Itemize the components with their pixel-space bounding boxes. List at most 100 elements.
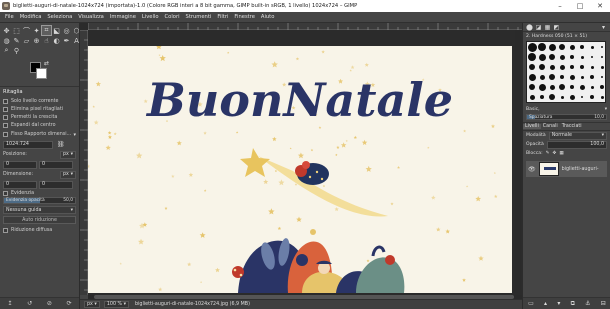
new-layer-icon[interactable]: ▭: [528, 300, 534, 307]
checkbox-allow-growing[interactable]: Permetti la crescita: [3, 113, 76, 121]
menu-filtri[interactable]: Filtri: [214, 14, 231, 20]
menu-modifica[interactable]: Modifica: [17, 14, 45, 20]
position-x-input[interactable]: 0: [3, 160, 37, 169]
brush-preview[interactable]: [557, 42, 567, 52]
dodge-tool-icon[interactable]: ◐: [52, 36, 61, 45]
delete-options-icon[interactable]: ⊘: [47, 300, 52, 307]
position-unit-select[interactable]: px ▾: [60, 150, 76, 159]
brush-preview[interactable]: [597, 62, 607, 72]
brush-grid[interactable]: [526, 41, 606, 103]
lock-alpha-icon[interactable]: ▦: [559, 151, 563, 156]
anchor-layer-icon[interactable]: ⚓: [585, 300, 590, 307]
brush-preview[interactable]: [547, 92, 557, 102]
zoom-select[interactable]: 100 % ▾: [103, 301, 130, 308]
brushes-tab-icon[interactable]: ⬤: [525, 24, 534, 31]
restore-options-icon[interactable]: ↺: [27, 300, 32, 307]
menu-finestre[interactable]: Finestre: [231, 14, 257, 20]
delete-layer-icon[interactable]: ⊟: [601, 300, 606, 307]
save-options-icon[interactable]: ↥: [7, 300, 12, 307]
vertical-scrollbar[interactable]: [515, 30, 521, 290]
zoom-tool-icon[interactable]: ⚲: [12, 46, 21, 55]
fonts-tab-icon[interactable]: ▦: [543, 24, 552, 31]
brush-preview[interactable]: [587, 82, 597, 92]
close-button[interactable]: ✕: [590, 0, 610, 12]
brush-preview[interactable]: [567, 42, 577, 52]
lock-pixels-icon[interactable]: ✎: [546, 151, 550, 156]
lower-layer-icon[interactable]: ▾: [557, 300, 560, 307]
menu-file[interactable]: File: [2, 14, 17, 20]
aspect-chain-icon[interactable]: ⛓: [57, 141, 65, 148]
menu-seleziona[interactable]: Seleziona: [44, 14, 75, 20]
brush-preview[interactable]: [527, 82, 537, 92]
brush-preview[interactable]: [537, 72, 547, 82]
duplicate-layer-icon[interactable]: ⧉: [571, 300, 575, 308]
chevron-down-icon[interactable]: ▾: [73, 132, 76, 138]
brush-preview[interactable]: [587, 92, 597, 102]
lasso-tool-icon[interactable]: ⌒: [22, 26, 31, 35]
bucket-fill-tool-icon[interactable]: ◍: [2, 36, 11, 45]
lock-position-icon[interactable]: ✥: [553, 151, 557, 156]
fuzzy-select-tool-icon[interactable]: ✦: [32, 26, 41, 35]
brush-preview[interactable]: [557, 52, 567, 62]
brush-preview[interactable]: [577, 92, 587, 102]
brush-preview[interactable]: [547, 62, 557, 72]
brush-preview[interactable]: [547, 42, 557, 52]
brush-preview[interactable]: [567, 52, 577, 62]
menu-visualizza[interactable]: Visualizza: [75, 14, 107, 20]
brush-preview[interactable]: [527, 62, 537, 72]
canvas-area[interactable]: BuonNatale: [80, 23, 522, 295]
horizontal-ruler[interactable]: [88, 23, 522, 30]
raise-layer-icon[interactable]: ▴: [544, 300, 547, 307]
brush-preview[interactable]: [527, 52, 537, 62]
brush-preview[interactable]: [537, 92, 547, 102]
size-h-input[interactable]: 0: [39, 180, 73, 189]
paths-tool-icon[interactable]: ✒: [62, 36, 71, 45]
brush-preview[interactable]: [597, 82, 607, 92]
tab-channels[interactable]: Canali: [541, 124, 560, 129]
menu-aiuto[interactable]: Aiuto: [258, 14, 278, 20]
brush-preview[interactable]: [597, 92, 607, 102]
brush-preview[interactable]: [547, 72, 557, 82]
checkbox-current-layer[interactable]: Solo livello corrente: [3, 97, 76, 105]
layer-row[interactable]: 👁 biglietti-auguri-: [526, 161, 607, 177]
brush-preview[interactable]: [587, 52, 597, 62]
reset-options-icon[interactable]: ⟳: [67, 300, 72, 307]
brush-preview[interactable]: [577, 42, 587, 52]
brush-preview[interactable]: [577, 72, 587, 82]
brush-preview[interactable]: [577, 52, 587, 62]
maximize-button[interactable]: □: [570, 0, 590, 12]
size-unit-select[interactable]: px ▾: [60, 170, 76, 179]
minimize-button[interactable]: –: [550, 0, 570, 12]
move-tool-icon[interactable]: ✥: [2, 26, 11, 35]
tab-paths[interactable]: Tracciati: [560, 124, 584, 129]
brush-preview[interactable]: [567, 62, 577, 72]
vertical-ruler[interactable]: [80, 30, 88, 295]
brush-preview[interactable]: [587, 72, 597, 82]
menu-livello[interactable]: Livello: [139, 14, 162, 20]
eye-icon[interactable]: 👁: [528, 166, 536, 173]
guides-select[interactable]: Nessuna guida ▾: [3, 206, 76, 214]
mode-select[interactable]: Normale ▾: [548, 131, 607, 140]
image-canvas[interactable]: BuonNatale: [88, 46, 512, 293]
brush-preview[interactable]: [597, 72, 607, 82]
paintbrush-tool-icon[interactable]: ✎: [12, 36, 21, 45]
unit-select[interactable]: px ▾: [84, 301, 100, 308]
brush-preview[interactable]: [567, 82, 577, 92]
background-color[interactable]: [36, 68, 47, 79]
menu-strumenti[interactable]: Strumenti: [183, 14, 215, 20]
brush-preview[interactable]: [557, 92, 567, 102]
checkbox-fixed[interactable]: Fisso Rapporto dimensi...: [3, 131, 73, 139]
brush-preview[interactable]: [577, 62, 587, 72]
brush-preview[interactable]: [587, 42, 597, 52]
gradients-tab-icon[interactable]: ◩: [552, 24, 561, 31]
brush-preview[interactable]: [537, 82, 547, 92]
checkbox-highlight[interactable]: Evidenzia: [3, 189, 76, 197]
auto-shrink-button[interactable]: Auto riduzione: [3, 216, 76, 224]
brush-preview[interactable]: [547, 52, 557, 62]
clone-tool-icon[interactable]: ⊕: [32, 36, 41, 45]
dock-menu-icon[interactable]: ▾: [599, 24, 608, 31]
brush-preview[interactable]: [557, 72, 567, 82]
tab-layers[interactable]: Livelli: [523, 124, 541, 129]
checkbox-expand-center[interactable]: Espandi dal centro: [3, 121, 76, 129]
crop-tool-icon[interactable]: ⌗: [41, 25, 52, 36]
